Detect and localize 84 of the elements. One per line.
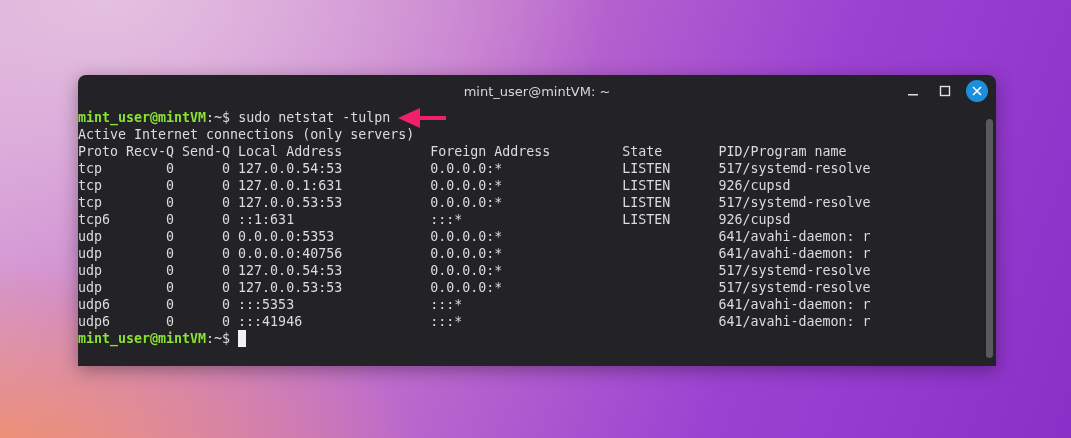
foreign-address-value: :::*	[430, 314, 463, 329]
proto-value: udp	[78, 263, 103, 278]
recv-q-value: 0	[166, 263, 175, 278]
window-title: mint_user@mintVM: ~	[463, 83, 611, 99]
foreign-address-value: 0.0.0.0:*	[430, 280, 503, 295]
local-address-value: 127.0.0.53:53	[238, 280, 343, 295]
send-q-value: 0	[222, 178, 231, 193]
recv-q-value: 0	[166, 178, 175, 193]
recv-q-value: 0	[166, 161, 175, 176]
recv-q-value: 0	[166, 195, 175, 210]
command-text: sudo netstat -tulpn	[237, 109, 391, 126]
arrow-annotation-icon	[398, 107, 447, 128]
send-q-value: 0	[222, 246, 231, 261]
state-value: LISTEN	[622, 212, 671, 227]
foreign-address-column-header: Foreign Address	[430, 144, 551, 159]
program-value: 517/systemd-resolve	[718, 161, 871, 176]
recv-q-value: 0	[166, 314, 175, 329]
local-address-value: 127.0.0.54:53	[238, 161, 343, 176]
proto-value: udp	[78, 246, 103, 261]
foreign-address-value: 0.0.0.0:*	[430, 263, 503, 278]
send-q-value: 0	[222, 280, 231, 295]
prompt-user-host: mint_user@mintVM	[78, 330, 207, 347]
prompt-user-host: mint_user@mintVM	[78, 109, 207, 126]
program-value: 641/avahi-daemon: r	[718, 297, 871, 312]
proto-value: udp6	[78, 314, 111, 329]
proto-value: udp	[78, 280, 103, 295]
local-address-value: :::5353	[238, 297, 295, 312]
send-q-value: 0	[222, 229, 231, 244]
recv-q-value: 0	[166, 280, 175, 295]
send-q-value: 0	[222, 297, 231, 312]
recv-q-value: 0	[166, 229, 175, 244]
local-address-value: :::41946	[238, 314, 303, 329]
proto-value: udp	[78, 229, 103, 244]
foreign-address-value: :::*	[430, 297, 463, 312]
scrollbar[interactable]	[986, 119, 993, 358]
proto-value: tcp	[78, 161, 103, 176]
local-address-value: ::1:631	[238, 212, 295, 227]
recv-q-value: 0	[166, 246, 175, 261]
foreign-address-value: 0.0.0.0:*	[430, 195, 503, 210]
program-value: 641/avahi-daemon: r	[718, 246, 871, 261]
recv-q-column-header: Recv-Q	[126, 144, 175, 159]
recv-q-value: 0	[166, 212, 175, 227]
program-column-header: PID/Program name	[718, 144, 847, 159]
send-q-value: 0	[222, 161, 231, 176]
send-q-value: 0	[222, 195, 231, 210]
foreign-address-value: 0.0.0.0:*	[430, 161, 503, 176]
program-value: 641/avahi-daemon: r	[718, 314, 871, 329]
state-value: LISTEN	[622, 178, 671, 193]
send-q-value: 0	[222, 212, 231, 227]
close-button[interactable]	[966, 80, 988, 102]
proto-value: tcp	[78, 195, 103, 210]
close-icon	[971, 85, 983, 97]
state-value: LISTEN	[622, 195, 671, 210]
proto-column-header: Proto	[78, 144, 119, 159]
program-value: 517/systemd-resolve	[718, 263, 871, 278]
minimize-icon	[908, 94, 918, 96]
send-q-column-header: Send-Q	[182, 144, 231, 159]
proto-value: tcp	[78, 178, 103, 193]
proto-value: udp6	[78, 297, 111, 312]
foreign-address-value: 0.0.0.0:*	[430, 178, 503, 193]
state-value: LISTEN	[622, 161, 671, 176]
proto-value: tcp6	[78, 212, 111, 227]
send-q-value: 0	[222, 314, 231, 329]
prompt-path: :~$	[206, 330, 231, 347]
program-value: 517/systemd-resolve	[718, 280, 871, 295]
local-address-value: 127.0.0.1:631	[238, 178, 343, 193]
local-address-value: 0.0.0.0:5353	[238, 229, 335, 244]
foreign-address-value: 0.0.0.0:*	[430, 229, 503, 244]
output-text: Active Internet connections (only servers)	[78, 126, 415, 143]
maximize-icon	[939, 85, 951, 97]
send-q-value: 0	[222, 263, 231, 278]
foreign-address-value: 0.0.0.0:*	[430, 246, 503, 261]
state-column-header: State	[622, 144, 663, 159]
program-value: 517/systemd-resolve	[718, 195, 871, 210]
recv-q-value: 0	[166, 297, 175, 312]
local-address-value: 127.0.0.53:53	[238, 195, 343, 210]
program-value: 926/cupsd	[718, 212, 791, 227]
prompt-path: :~$	[206, 109, 231, 126]
program-value: 926/cupsd	[718, 178, 791, 193]
foreign-address-value: :::*	[430, 212, 463, 227]
local-address-value: 0.0.0.0:40756	[238, 246, 343, 261]
local-address-column-header: Local Address	[238, 144, 343, 159]
program-value: 641/avahi-daemon: r	[718, 229, 871, 244]
local-address-value: 127.0.0.54:53	[238, 263, 343, 278]
